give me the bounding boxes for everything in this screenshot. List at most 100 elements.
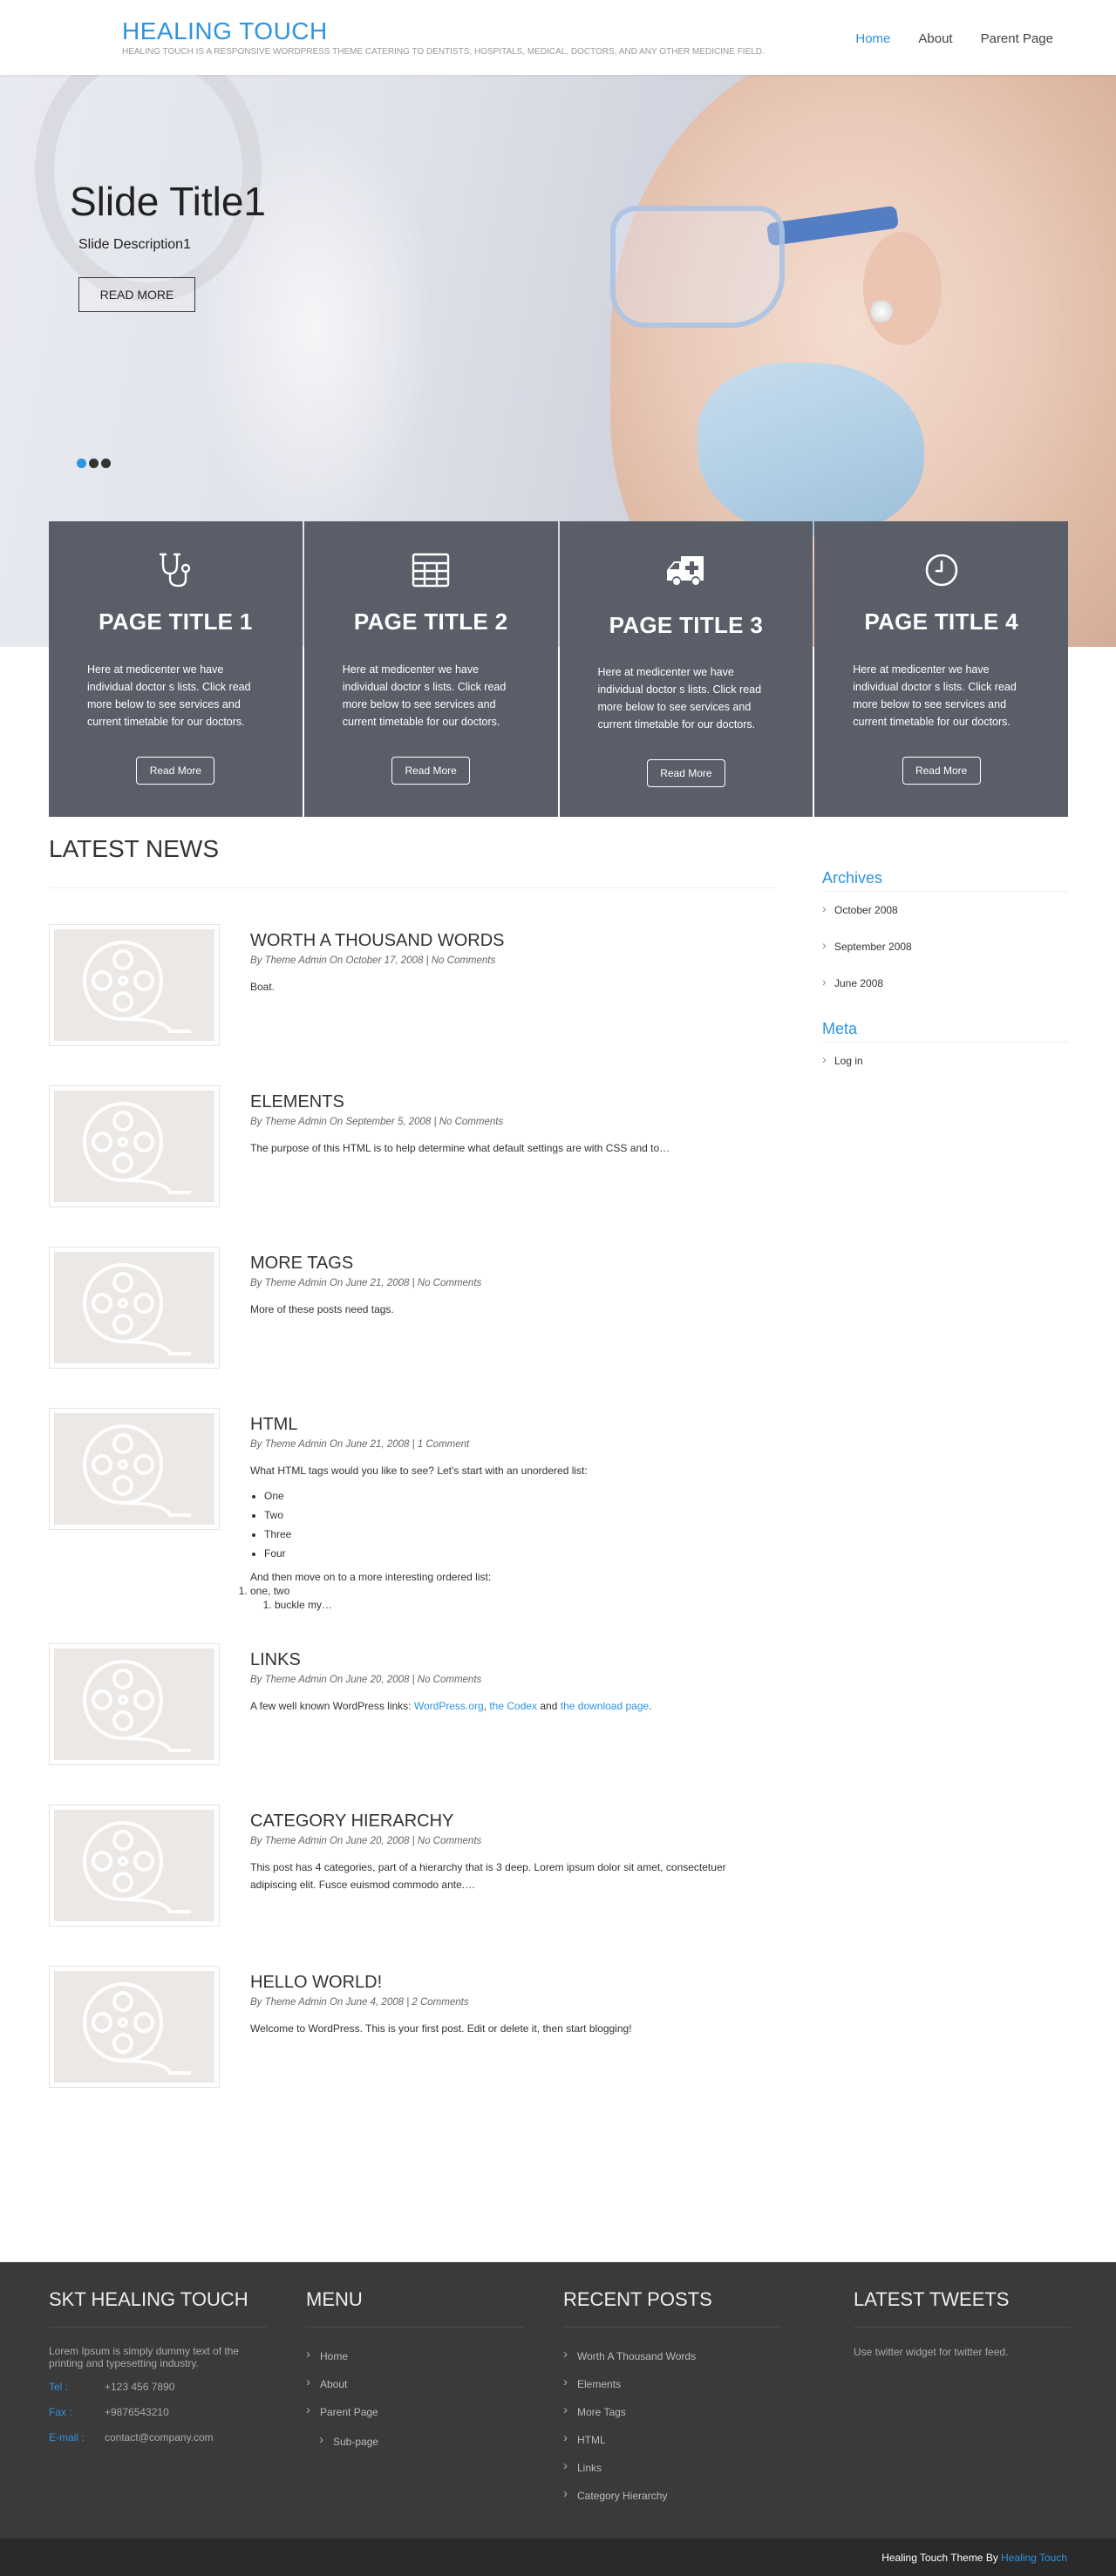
service-title: PAGE TITLE 3	[609, 612, 764, 638]
post-meta: By Theme Admin On September 5, 2008 | No…	[250, 1117, 504, 1127]
ordered-list: one, two buckle my…	[236, 1584, 738, 1612]
film-reel-icon	[83, 1821, 191, 1913]
post-thumbnail[interactable]	[49, 1805, 220, 1927]
service-title: PAGE TITLE 4	[864, 608, 1018, 635]
excerpt-text: and	[537, 1700, 561, 1712]
film-reel-icon	[83, 1102, 191, 1194]
nav-parent-page[interactable]: Parent Page	[981, 31, 1053, 46]
archive-link[interactable]: June 2008	[822, 975, 883, 989]
post-thumbnail[interactable]	[49, 1408, 220, 1530]
footer-menu-about[interactable]: About	[306, 2375, 347, 2390]
nav-home[interactable]: Home	[855, 31, 890, 46]
footer-menu-sub-page[interactable]: Sub-page	[319, 2432, 378, 2448]
recent-post-link[interactable]: More Tags	[563, 2403, 626, 2418]
footer-menu-home[interactable]: Home	[306, 2347, 348, 2362]
main-nav: Home About Parent Page	[827, 31, 1053, 46]
service-read-more-button[interactable]: Read More	[902, 757, 981, 785]
ambulance-icon	[666, 556, 704, 585]
download-page-link[interactable]: the download page	[561, 1700, 649, 1712]
clock-icon	[925, 554, 957, 587]
footer-menu-parent-page[interactable]: Parent Page	[306, 2403, 378, 2418]
film-reel-icon	[83, 1660, 191, 1752]
archive-link[interactable]: September 2008	[822, 938, 912, 953]
post-title[interactable]: HELLO WORLD!	[250, 1973, 382, 1993]
codex-link[interactable]: the Codex	[489, 1700, 537, 1712]
post-title[interactable]: ELEMENTS	[250, 1092, 344, 1112]
footer-about-heading: SKT HEALING TOUCH	[49, 2288, 248, 2310]
latest-news-heading: LATEST NEWS	[49, 835, 220, 862]
post-thumbnail[interactable]	[49, 924, 220, 1046]
site-footer: SKT HEALING TOUCH Lorem Ipsum is simply …	[0, 2262, 1116, 2539]
service-text: Here at medicenter we have individual do…	[853, 663, 1017, 728]
site-title[interactable]: HEALING TOUCH	[122, 17, 328, 45]
slide-description: Slide Description1	[78, 237, 191, 252]
post-meta: By Theme Admin On June 21, 2008 | 1 Comm…	[250, 1439, 470, 1450]
post-title[interactable]: CATEGORY HIERARCHY	[250, 1811, 453, 1832]
list-item: Four	[264, 1544, 738, 1563]
email-value[interactable]: contact@company.com	[105, 2431, 214, 2443]
post-meta: By Theme Admin On June 20, 2008 | No Com…	[250, 1836, 482, 1846]
slide-read-more-button[interactable]: READ MORE	[78, 277, 195, 312]
archive-link[interactable]: October 2008	[822, 901, 898, 916]
credit-label: Healing Touch Theme By	[881, 2552, 1002, 2564]
email-label: E-mail :	[49, 2431, 85, 2443]
service-read-more-button[interactable]: Read More	[391, 757, 471, 785]
fax-label: Fax :	[49, 2406, 72, 2418]
recent-post-link[interactable]: Worth A Thousand Words	[563, 2347, 696, 2362]
copyright-bar: Healing Touch Theme By Healing Touch	[0, 2539, 1116, 2576]
service-read-more-button[interactable]: Read More	[646, 759, 725, 787]
service-box-2: PAGE TITLE 2 Here at medicenter we have …	[303, 521, 558, 817]
divider	[49, 2327, 267, 2328]
recent-post-link[interactable]: Category Hierarchy	[563, 2486, 667, 2502]
post-thumbnail[interactable]	[49, 1643, 220, 1765]
divider	[49, 887, 776, 888]
post-title[interactable]: MORE TAGS	[250, 1254, 353, 1274]
divider	[822, 1042, 1068, 1043]
post-title[interactable]: WORTH A THOUSAND WORDS	[250, 931, 505, 951]
tel-label: Tel :	[49, 2381, 69, 2393]
wordpress-org-link[interactable]: WordPress.org	[414, 1700, 484, 1712]
recent-post-link[interactable]: Elements	[563, 2375, 621, 2390]
recent-post-link[interactable]: Links	[563, 2458, 602, 2474]
service-read-more-button[interactable]: Read More	[136, 757, 215, 785]
login-link[interactable]: Log in	[822, 1052, 863, 1067]
credit-link[interactable]: Healing Touch	[1001, 2552, 1067, 2564]
post-item: ELEMENTS By Theme Admin On September 5, …	[49, 1085, 781, 1216]
fax-value: +9876543210	[105, 2406, 169, 2418]
site-header: HEALING TOUCH HEALING TOUCH IS A RESPONS…	[0, 0, 1116, 75]
nested-ordered-list: buckle my…	[250, 1598, 738, 1612]
slider-dot-2[interactable]	[89, 459, 99, 468]
film-reel-icon	[83, 941, 191, 1033]
post-excerpt: The purpose of this HTML is to help dete…	[250, 1142, 670, 1154]
slider-pagination	[77, 459, 111, 468]
post-excerpt: This post has 4 categories, part of a hi…	[250, 1861, 726, 1891]
post-excerpt-intro: What HTML tags would you like to see? Le…	[250, 1465, 588, 1477]
post-thumbnail[interactable]	[49, 1247, 220, 1369]
post-excerpt: A few well known WordPress links: WordPr…	[250, 1697, 738, 1715]
list-item-text: one, two	[250, 1585, 290, 1597]
post-excerpt: More of these posts need tags.	[250, 1303, 394, 1315]
list-item: One	[264, 1486, 738, 1505]
footer-about-text: Lorem Ipsum is simply dummy text of the …	[49, 2345, 240, 2369]
nav-about[interactable]: About	[918, 31, 952, 46]
footer-recent-heading: RECENT POSTS	[563, 2288, 712, 2310]
service-box-1: PAGE TITLE 1 Here at medicenter we have …	[49, 521, 303, 817]
site-tagline: HEALING TOUCH IS A RESPONSIVE WORDPRESS …	[122, 47, 765, 57]
film-reel-icon	[83, 1982, 191, 2075]
post-item: HTML By Theme Admin On June 21, 2008 | 1…	[49, 1408, 781, 1617]
film-reel-icon	[83, 1424, 191, 1517]
post-title[interactable]: HTML	[250, 1415, 297, 1435]
grid-table-icon	[412, 553, 450, 588]
post-excerpt: Boat.	[250, 981, 276, 993]
services-row: PAGE TITLE 1 Here at medicenter we have …	[49, 521, 1068, 817]
post-title[interactable]: LINKS	[250, 1650, 301, 1670]
post-thumbnail[interactable]	[49, 1966, 220, 2088]
credit-text: Healing Touch Theme By Healing Touch	[881, 2552, 1067, 2564]
slider-dot-1[interactable]	[77, 459, 86, 468]
divider	[822, 891, 1068, 892]
post-meta: By Theme Admin On June 21, 2008 | No Com…	[250, 1278, 482, 1288]
slider-dot-3[interactable]	[101, 459, 111, 468]
post-thumbnail[interactable]	[49, 1085, 220, 1207]
recent-post-link[interactable]: HTML	[563, 2430, 606, 2446]
service-box-3: PAGE TITLE 3 Here at medicenter we have …	[559, 521, 813, 817]
